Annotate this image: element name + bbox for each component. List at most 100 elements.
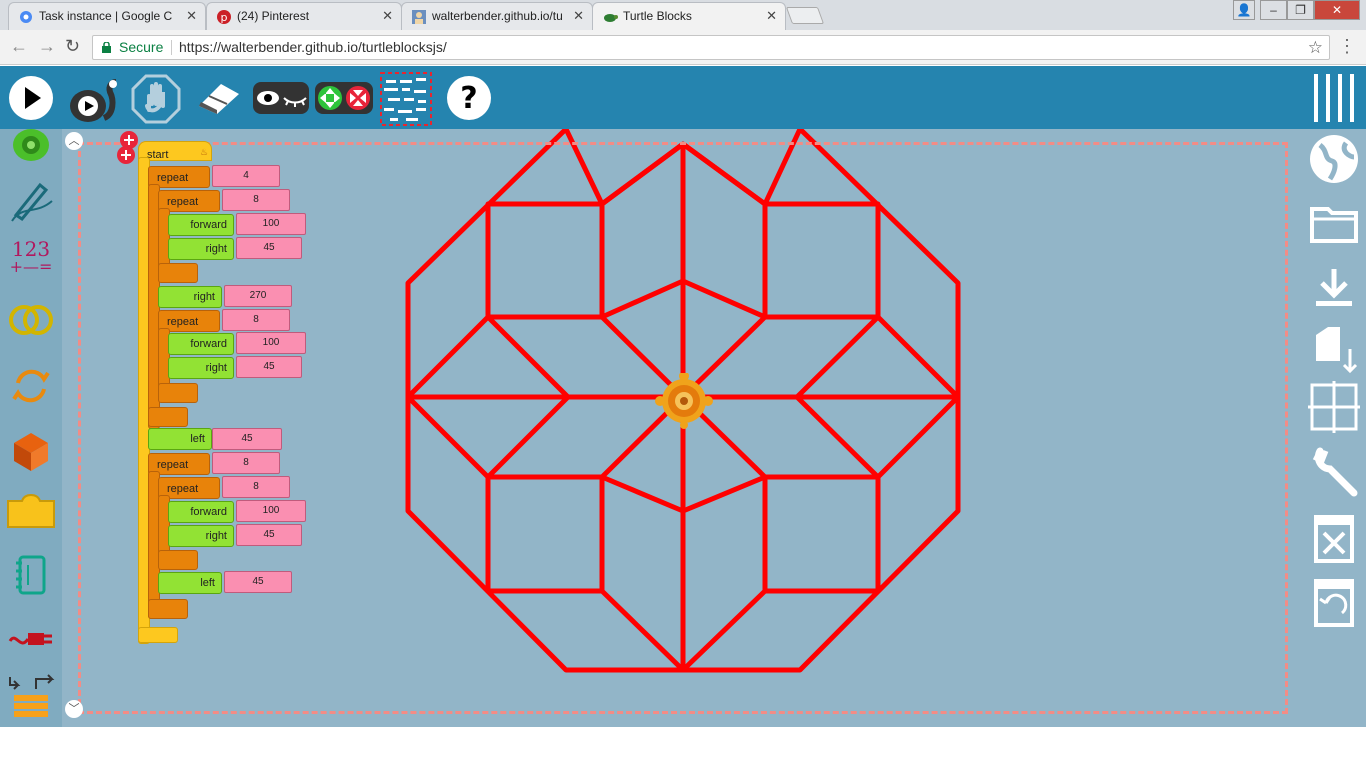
svg-text:p: p <box>221 11 228 24</box>
left-value-input[interactable]: 45 <box>224 571 292 593</box>
forward-block[interactable]: forward <box>168 333 234 355</box>
eraser-icon[interactable] <box>195 80 243 116</box>
url-text: https://walterbender.github.io/turtleblo… <box>179 39 447 55</box>
right-block[interactable]: right <box>158 286 222 308</box>
start-block-foot <box>138 627 178 643</box>
right-label: right <box>205 362 227 374</box>
url-separator <box>171 40 172 55</box>
hide-show-blocks-icon[interactable] <box>252 78 310 118</box>
boxes-palette-icon[interactable] <box>6 425 56 475</box>
repeat-label: repeat <box>157 459 189 471</box>
restore-trash-icon[interactable] <box>1306 573 1362 629</box>
planet-icon[interactable] <box>1306 131 1362 187</box>
pen-palette-icon[interactable] <box>6 175 56 225</box>
palette-scroll-up-icon[interactable]: ︿ <box>65 132 83 150</box>
right-block[interactable]: right <box>168 238 234 260</box>
tab-title: Turtle Blocks <box>623 9 692 23</box>
left-block[interactable]: left <box>158 572 222 594</box>
new-tab-button[interactable] <box>785 7 825 24</box>
close-tab-icon[interactable]: ✕ <box>573 3 584 29</box>
right-block[interactable]: right <box>168 525 234 547</box>
tab-title: Task instance | Google C <box>39 9 173 23</box>
repeat-count-input[interactable]: 8 <box>222 189 290 211</box>
back-icon[interactable]: ← <box>10 36 28 57</box>
forward-value-input[interactable]: 100 <box>236 213 306 235</box>
forward-value-input[interactable]: 100 <box>236 500 306 522</box>
avatar-icon <box>412 10 426 24</box>
repeat-foot <box>158 550 198 570</box>
extras-palette-icon[interactable] <box>6 671 56 721</box>
turtle-icon <box>604 14 618 22</box>
url-field[interactable]: Secure https://walterbender.github.io/tu… <box>92 35 1330 60</box>
close-window-button[interactable]: ✕ <box>1314 0 1360 20</box>
palette-scroll-down-icon[interactable]: ﹀ <box>65 700 83 718</box>
help-icon[interactable]: ? <box>446 75 492 121</box>
right-value-input[interactable]: 270 <box>224 285 292 307</box>
start-label: start <box>147 149 169 161</box>
close-tab-icon[interactable]: ✕ <box>382 3 393 29</box>
tab-title: (24) Pinterest <box>237 9 310 23</box>
number-palette-icon[interactable]: 123 +—= <box>6 237 56 287</box>
main-toolbar: ? <box>0 66 1366 129</box>
turtle-canvas[interactable]: 123 +—= ︿ ﹀ start ♨ repeat 4 repeat 8 for… <box>0 129 1366 727</box>
repeat-label: repeat <box>167 316 199 328</box>
right-label: right <box>193 291 215 303</box>
media-palette-icon[interactable] <box>6 551 56 601</box>
right-block[interactable]: right <box>168 357 234 379</box>
browser-tab-bar: Task instance | Google C ✕ p (24) Pinter… <box>0 0 1366 30</box>
tab-walterbender[interactable]: walterbender.github.io/tu ✕ <box>401 2 593 30</box>
right-label: right <box>205 530 227 542</box>
repeat-count-input[interactable]: 8 <box>212 452 280 474</box>
right-value-input[interactable]: 45 <box>236 356 302 378</box>
browser-menu-icon[interactable]: ⋮ <box>1338 36 1356 57</box>
bookmark-star-icon[interactable]: ☆ <box>1308 36 1323 59</box>
repeat-count-input[interactable]: 4 <box>212 165 280 187</box>
repeat-count-input[interactable]: 8 <box>222 309 290 331</box>
right-value-input[interactable]: 45 <box>236 237 302 259</box>
turtle-palette-icon[interactable] <box>6 129 56 177</box>
tab-task-instance[interactable]: Task instance | Google C ✕ <box>8 2 206 30</box>
svg-text:?: ? <box>460 81 477 116</box>
left-value-input[interactable]: 45 <box>212 428 282 450</box>
block-palette-bar: 123 +—= <box>0 129 62 727</box>
forward-block[interactable]: forward <box>168 501 234 523</box>
left-block[interactable]: left <box>148 428 212 450</box>
right-value-input[interactable]: 45 <box>236 524 302 546</box>
save-icon[interactable] <box>1306 261 1362 317</box>
main-menu-icon[interactable] <box>1312 72 1358 124</box>
user-profile-icon[interactable]: 👤 <box>1233 0 1255 20</box>
sensors-palette-icon[interactable] <box>6 613 56 663</box>
forward-block[interactable]: forward <box>168 214 234 236</box>
open-file-icon[interactable] <box>1306 197 1362 253</box>
play-icon[interactable] <box>8 75 54 121</box>
start-turtle-icon: ♨ <box>200 147 209 157</box>
turtle-sprite[interactable] <box>655 373 713 429</box>
minimize-button[interactable]: – <box>1260 0 1287 20</box>
load-samples-icon[interactable] <box>1306 321 1362 377</box>
reload-icon[interactable]: ↻ <box>65 36 80 57</box>
forward-value-input[interactable]: 100 <box>236 332 306 354</box>
flow-palette-icon[interactable] <box>6 361 56 411</box>
action-palette-icon[interactable] <box>6 489 56 539</box>
forward-label: forward <box>190 338 227 350</box>
secure-label: Secure <box>119 39 164 55</box>
repeat-foot <box>148 599 188 619</box>
empty-trash-icon[interactable] <box>1306 509 1362 565</box>
boolean-palette-icon[interactable] <box>6 295 56 345</box>
stop-icon[interactable] <box>131 74 181 124</box>
repeat-label: repeat <box>157 172 189 184</box>
settings-icon[interactable] <box>1306 445 1362 501</box>
forward-label: forward <box>190 219 227 231</box>
tab-turtle-blocks[interactable]: Turtle Blocks ✕ <box>592 2 786 30</box>
grid-menu-icon[interactable] <box>378 68 434 128</box>
maximize-button[interactable]: ❐ <box>1287 0 1314 20</box>
slow-play-icon[interactable] <box>66 76 122 126</box>
grid-icon[interactable] <box>1306 379 1362 435</box>
forward-icon[interactable]: → <box>38 36 56 57</box>
collapse-expand-icon[interactable] <box>314 78 374 118</box>
tab-pinterest[interactable]: p (24) Pinterest ✕ <box>206 2 402 30</box>
repeat-count-input[interactable]: 8 <box>222 476 290 498</box>
close-tab-icon[interactable]: ✕ <box>186 3 197 29</box>
close-tab-icon[interactable]: ✕ <box>766 3 777 29</box>
forward-label: forward <box>190 506 227 518</box>
